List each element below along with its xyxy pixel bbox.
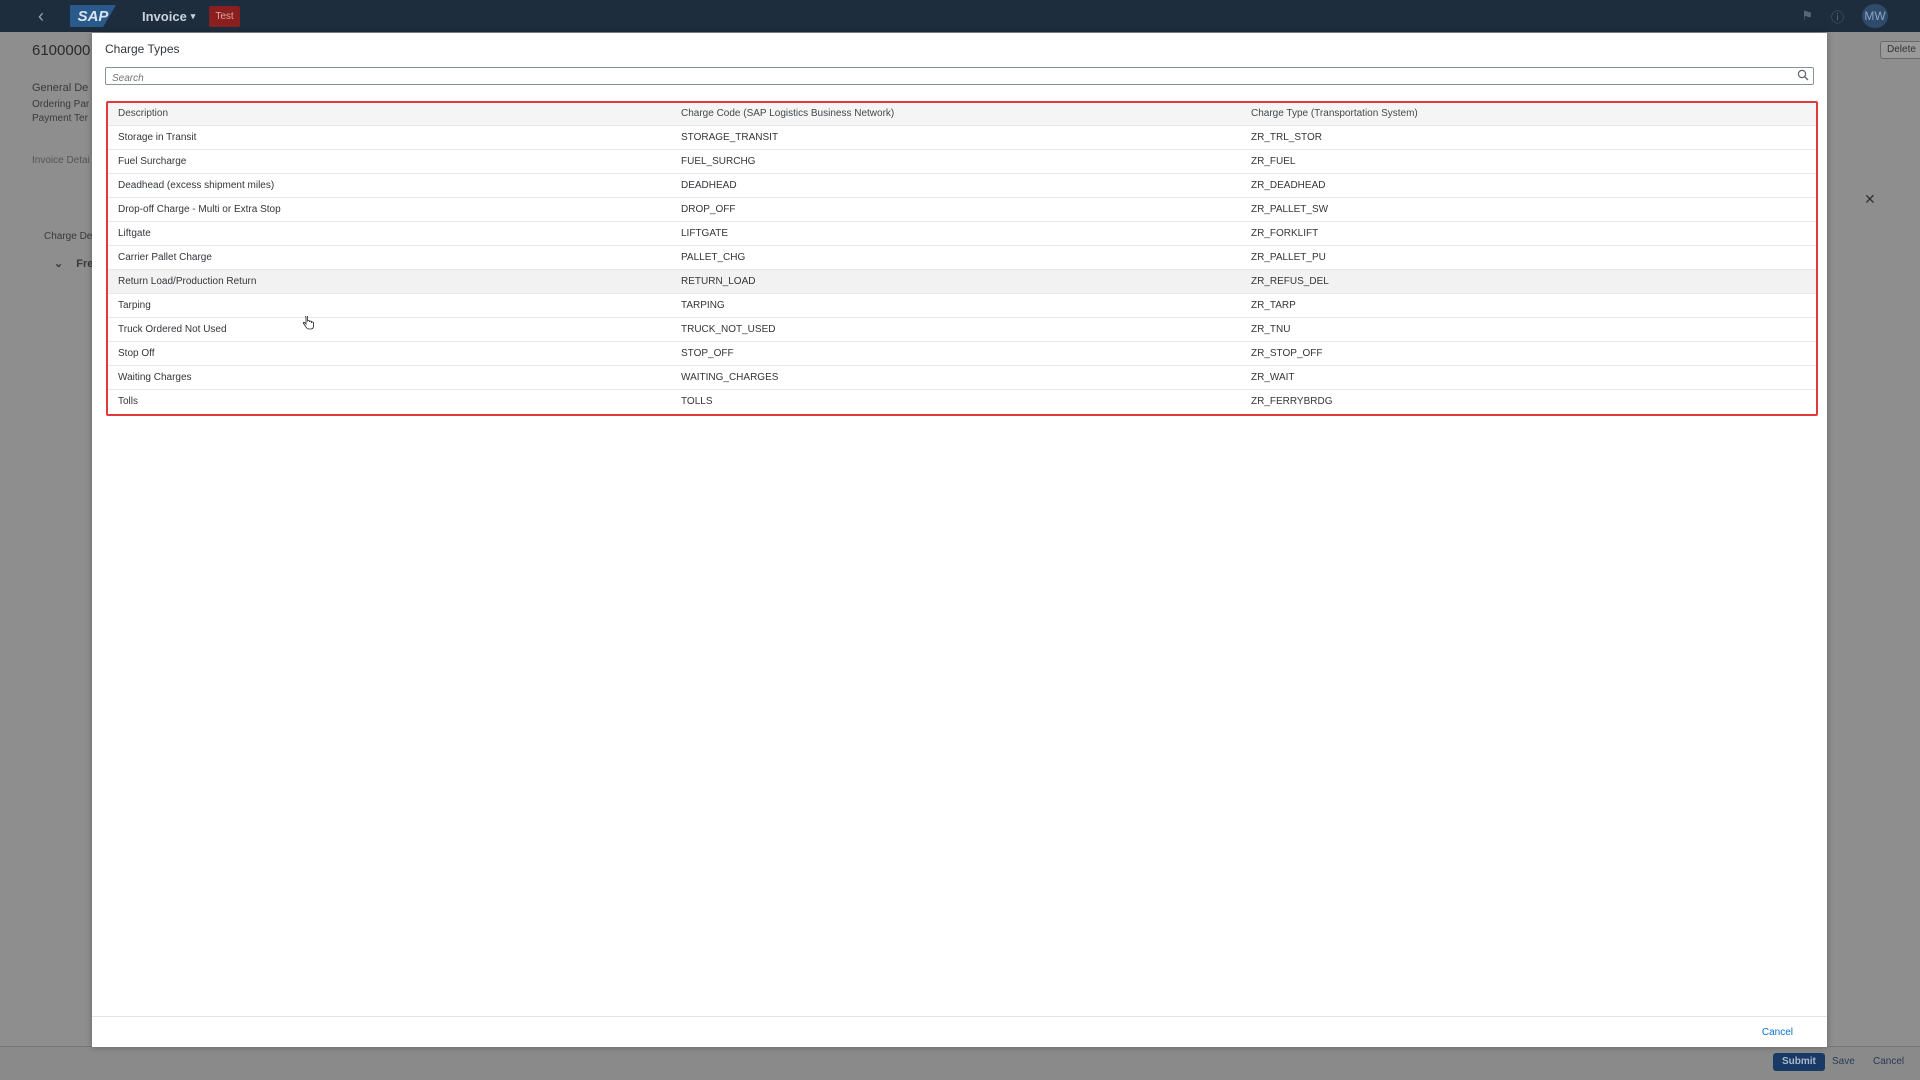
app-title-menu[interactable]: Invoice ▾ xyxy=(142,9,195,24)
table-row[interactable]: Drop-off Charge - Multi or Extra Stop DRO… xyxy=(108,197,1816,222)
charge-type-cell: ZR_PALLET_PU xyxy=(1241,245,1816,270)
charge-type-cell: ZR_FERRYBRDG xyxy=(1251,395,1333,407)
charge-type-cell: ZR_TRL_STOR xyxy=(1241,125,1816,150)
charge-code-cell: DEADHEAD xyxy=(671,173,1241,198)
environment-tag: Test xyxy=(209,5,240,27)
description-cell: Return Load/Production Return xyxy=(108,269,671,294)
charge-code-cell: LIFTGATE xyxy=(671,221,1241,246)
table-row[interactable]: Deadhead (excess shipment miles) DEADHEAD… xyxy=(108,173,1816,198)
table-row[interactable]: Truck Ordered Not Used TRUCK_NOT_USED ZR_T… xyxy=(108,317,1816,342)
column-header-charge-type[interactable]: Charge Type (Transportation System) xyxy=(1241,103,1816,126)
close-icon[interactable]: ✕ xyxy=(1864,191,1876,208)
page-footer xyxy=(0,1046,1920,1080)
description-cell: Deadhead (excess shipment miles) xyxy=(108,173,671,198)
chevron-down-icon: ⌄ xyxy=(54,258,64,270)
charge-type-cell: ZR_WAIT xyxy=(1241,365,1816,390)
back-icon[interactable]: ‹ xyxy=(38,6,56,27)
table-row[interactable]: Carrier Pallet Charge PALLET_CHG ZR_PALLET… xyxy=(108,245,1816,270)
notification-icon[interactable]: ⚑ xyxy=(1801,8,1813,24)
charge-code-cell: FUEL_SURCHG xyxy=(671,149,1241,174)
table-row[interactable]: Stop Off STOP_OFF ZR_STOP_OFF xyxy=(108,341,1816,366)
charge-code-cell: PALLET_CHG xyxy=(671,245,1241,270)
charge-code-cell: WAITING_CHARGES xyxy=(671,365,1241,390)
shell-bar: ‹ SAP Invoice ▾ Test ⚑ ⓘ MW xyxy=(0,0,1920,32)
description-cell: Tarping xyxy=(108,293,671,318)
tab-invoice-details[interactable]: Invoice Detai xyxy=(32,155,90,166)
sap-logo[interactable]: SAP xyxy=(70,5,116,27)
dialog-footer: Cancel xyxy=(92,1016,1827,1047)
footer-cancel-button[interactable]: Cancel xyxy=(1873,1053,1904,1071)
description-cell: Storage in Transit xyxy=(108,125,671,150)
description-cell: Waiting Charges xyxy=(108,365,671,390)
charge-code-cell: STOP_OFF xyxy=(671,341,1241,366)
charge-details-heading: Charge De xyxy=(44,231,93,242)
save-button[interactable]: Save xyxy=(1832,1053,1855,1071)
dialog-title: Charge Types xyxy=(105,42,180,56)
table-row[interactable]: Tarping TARPING ZR_TARP xyxy=(108,293,1816,318)
table-header-row: Description Charge Code (SAP Logistics B… xyxy=(108,103,1816,126)
chevron-down-icon: ▾ xyxy=(190,10,196,21)
general-details-heading: General De xyxy=(32,82,89,94)
page-title: 6100000 xyxy=(32,42,91,59)
help-icon[interactable]: ⓘ xyxy=(1831,7,1844,26)
charge-types-table: Description Charge Code (SAP Logistics B… xyxy=(108,103,1816,413)
table-row[interactable]: Tolls TOLLS ZR_FERRYBRDG xyxy=(108,389,1816,413)
search-input[interactable] xyxy=(106,70,1786,87)
charge-code-cell: TOLLS xyxy=(681,395,713,407)
charge-types-dialog: Charge Types Description Charge Code (SA… xyxy=(92,33,1827,1047)
charge-code-cell: DROP_OFF xyxy=(671,197,1241,222)
description-cell: Carrier Pallet Charge xyxy=(108,245,671,270)
description-cell: Fuel Surcharge xyxy=(108,149,671,174)
submit-button[interactable]: Submit xyxy=(1773,1053,1825,1071)
description-cell: Truck Ordered Not Used xyxy=(108,317,671,342)
charge-type-cell: ZR_TNU xyxy=(1241,317,1816,342)
hand-cursor-icon xyxy=(302,316,314,330)
description-cell: Drop-off Charge - Multi or Extra Stop xyxy=(108,197,671,222)
ordering-party-label: Ordering Par xyxy=(32,99,90,110)
charge-code-cell: STORAGE_TRANSIT xyxy=(671,125,1241,150)
app-title: Invoice xyxy=(142,8,187,24)
charge-type-cell: ZR_TARP xyxy=(1241,293,1816,318)
charge-code-cell: RETURN_LOAD xyxy=(671,269,1241,294)
column-header-charge-code[interactable]: Charge Code (SAP Logistics Business Netw… xyxy=(671,103,1241,126)
column-header-description[interactable]: Description xyxy=(108,103,671,126)
table-row[interactable]: Liftgate LIFTGATE ZR_FORKLIFT xyxy=(108,221,1816,246)
charge-type-cell: ZR_FORKLIFT xyxy=(1241,221,1816,246)
charge-code-cell: TRUCK_NOT_USED xyxy=(671,317,1241,342)
payment-terms-label: Payment Ter xyxy=(32,113,88,124)
table-row[interactable]: Waiting Charges WAITING_CHARGES ZR_WAIT xyxy=(108,365,1816,390)
charge-type-cell: ZR_STOP_OFF xyxy=(1241,341,1816,366)
charge-code-cell: TARPING xyxy=(671,293,1241,318)
table-row[interactable]: Storage in Transit STORAGE_TRANSIT ZR_TRL_… xyxy=(108,125,1816,150)
avatar[interactable]: MW xyxy=(1862,4,1888,28)
charge-type-cell: ZR_REFUS_DEL xyxy=(1241,269,1816,294)
charge-type-cell: ZR_DEADHEAD xyxy=(1241,173,1816,198)
table-row[interactable]: Return Load/Production Return RETURN_LOAD… xyxy=(108,269,1816,294)
search-field[interactable] xyxy=(105,67,1814,87)
description-cell: Liftgate xyxy=(108,221,671,246)
description-cell: Stop Off xyxy=(108,341,671,366)
charge-types-table-highlight: Description Charge Code (SAP Logistics B… xyxy=(106,101,1818,416)
description-cell: Tolls xyxy=(118,395,139,407)
charge-type-cell: ZR_PALLET_SW xyxy=(1241,197,1816,222)
dialog-cancel-button[interactable]: Cancel xyxy=(1762,1027,1793,1038)
delete-button[interactable]: Delete xyxy=(1880,41,1920,59)
table-row[interactable]: Fuel Surcharge FUEL_SURCHG ZR_FUEL xyxy=(108,149,1816,174)
search-icon[interactable] xyxy=(1797,69,1809,81)
charge-type-cell: ZR_FUEL xyxy=(1241,149,1816,174)
